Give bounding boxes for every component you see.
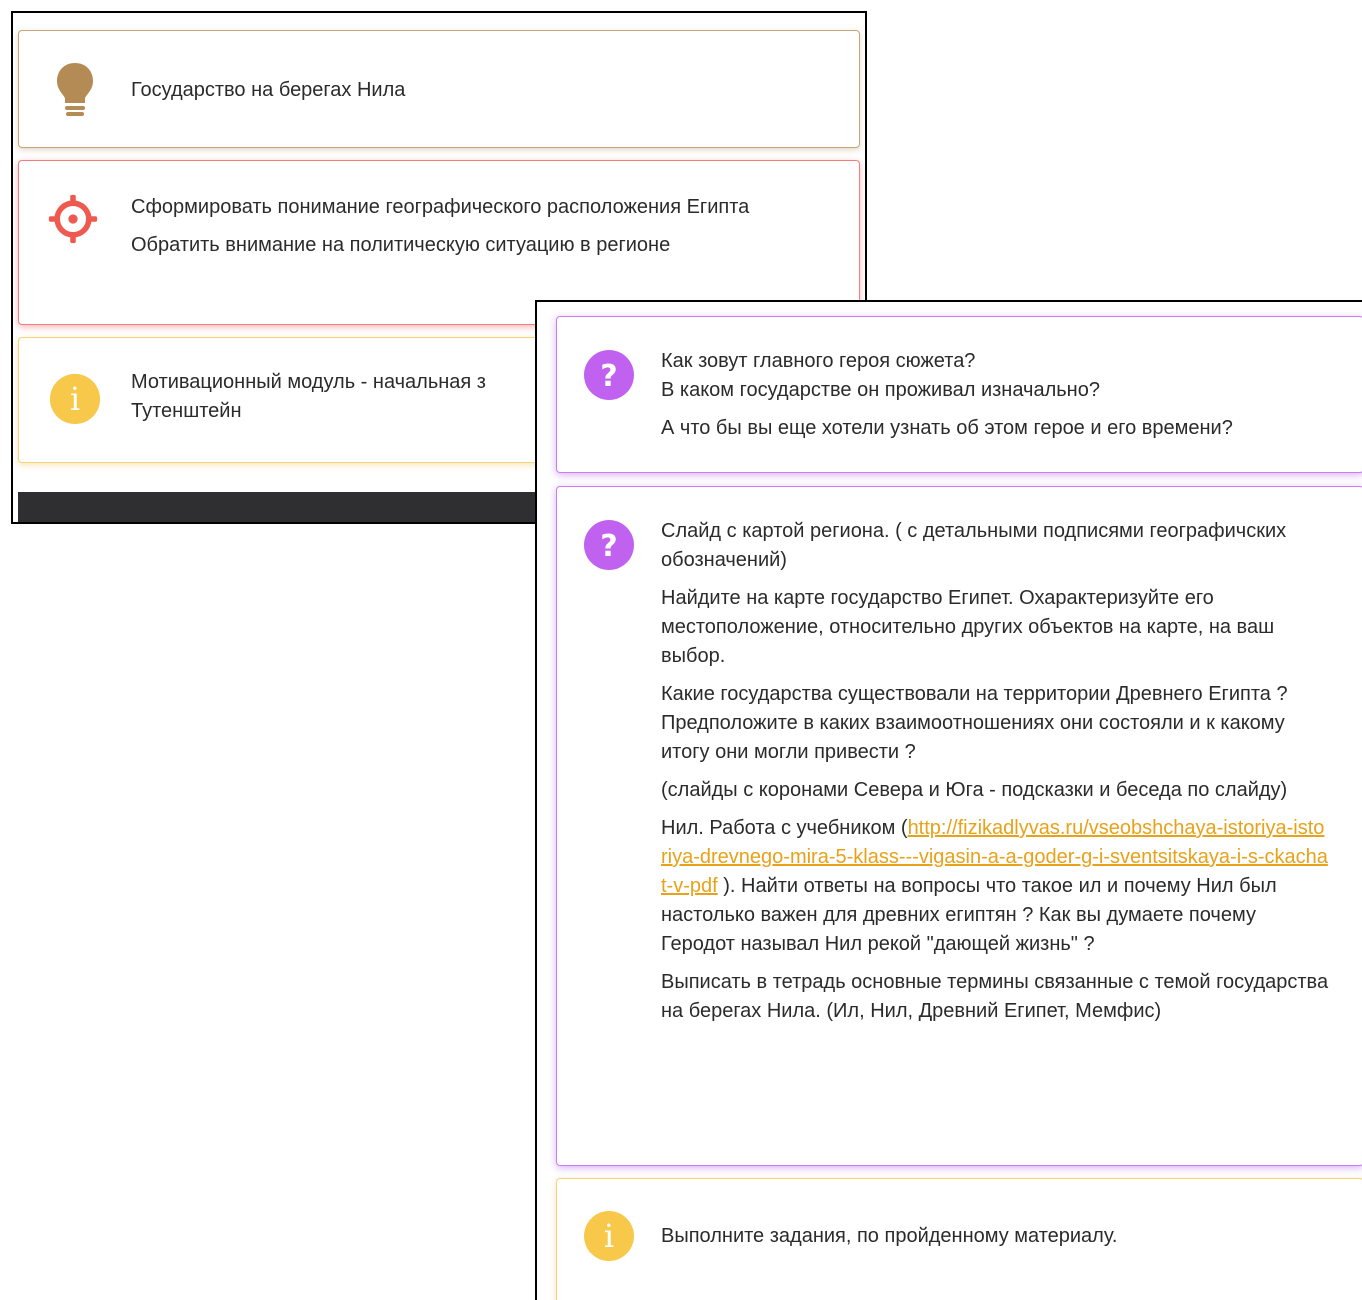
motivation-title: Мотивационный модуль - начальная з Тутен…: [131, 371, 486, 422]
question-line-2: В каком государстве он проживал изначаль…: [661, 379, 1100, 401]
homework-line: Выполните задания, по пройденному матери…: [661, 1225, 1118, 1247]
question-line-1: Как зовут главного героя сюжета?: [661, 350, 976, 372]
task-paragraph-5: Нил. Работа с учебником (http://fizikadl…: [661, 814, 1331, 959]
crosshair-target-icon: [47, 193, 99, 245]
motivation-text: Мотивационный модуль - начальная з Тутен…: [131, 368, 561, 426]
lightbulb-icon: [49, 63, 101, 116]
topic-card: Государство на берегах Нила: [18, 30, 860, 148]
questions-card: ? Как зовут главного героя сюжета? В как…: [556, 316, 1362, 473]
task-paragraph-4: (слайды с коронами Севера и Юга - подска…: [661, 779, 1288, 801]
tasks-card: ? Слайд с картой региона. ( с детальными…: [556, 486, 1362, 1166]
homework-card: i Выполните задания, по пройденному мате…: [556, 1178, 1362, 1300]
question-icon: ?: [583, 519, 635, 571]
task-paragraph-1: Слайд с картой региона. ( с детальными п…: [661, 520, 1287, 571]
question-icon: ?: [583, 349, 635, 401]
questions-text: Как зовут главного героя сюжета? В каком…: [661, 347, 1351, 443]
lesson-plan-screenshot-front: ? Как зовут главного героя сюжета? В как…: [535, 300, 1362, 1300]
svg-text:?: ?: [600, 359, 617, 394]
task-paragraph-3: Какие государства существовали на террит…: [661, 683, 1288, 763]
goal-line-2: Обратить внимание на политическую ситуац…: [131, 234, 671, 256]
tasks-text: Слайд с картой региона. ( с детальными п…: [661, 517, 1331, 1026]
info-icon: i: [49, 373, 101, 425]
task-paragraph-2: Найдите на карте государство Египет. Оха…: [661, 587, 1275, 667]
goals-text: Сформировать понимание географического р…: [131, 193, 831, 260]
topic-text: Государство на берегах Нила: [131, 76, 831, 105]
goal-line-1: Сформировать понимание географического р…: [131, 196, 750, 218]
task-paragraph-5-start: Нил. Работа с учебником (: [661, 817, 908, 839]
task-paragraph-6: Выписать в тетрадь основные термины связ…: [661, 971, 1329, 1022]
svg-text:i: i: [604, 1217, 614, 1255]
topic-title: Государство на берегах Нила: [131, 79, 406, 101]
question-line-3: А что бы вы еще хотели узнать об этом ге…: [661, 417, 1233, 439]
task-paragraph-5-end: ). Найти ответы на вопросы что такое ил …: [661, 875, 1277, 955]
svg-text:i: i: [70, 382, 80, 418]
info-icon: i: [583, 1210, 635, 1262]
svg-text:?: ?: [600, 529, 617, 564]
homework-text: Выполните задания, по пройденному матери…: [661, 1222, 1351, 1251]
